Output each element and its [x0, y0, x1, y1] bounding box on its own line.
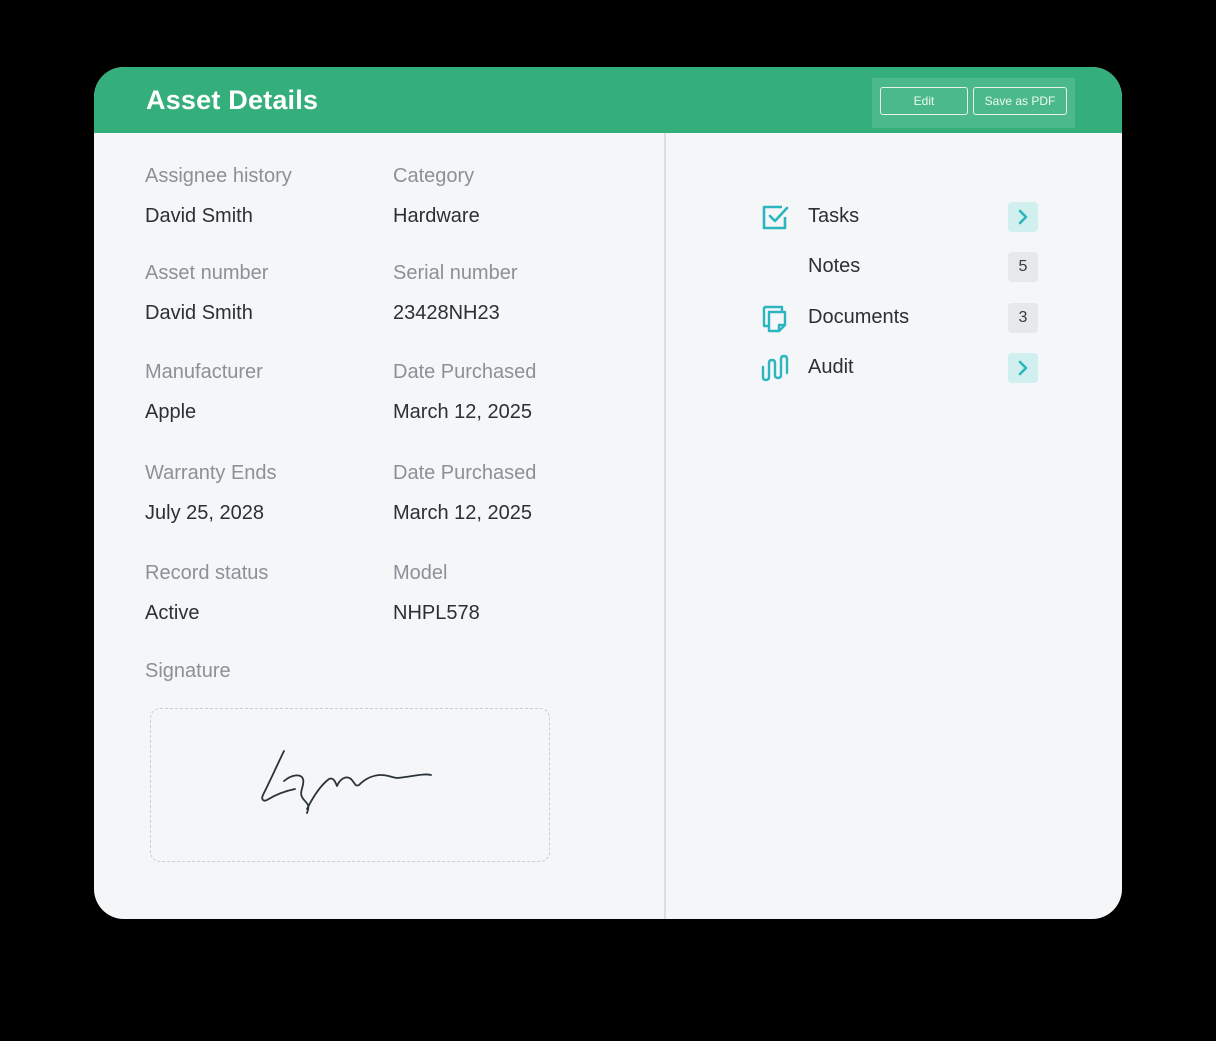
card-header: Asset Details Edit Save as PDF: [94, 67, 1122, 133]
signature-box[interactable]: [150, 708, 550, 862]
assignee-history-value: David Smith: [145, 205, 253, 227]
save-as-pdf-button[interactable]: Save as PDF: [973, 87, 1067, 115]
notes-count-badge: 5: [1008, 252, 1038, 282]
sidebar-item-label: Notes: [808, 255, 861, 277]
date-purchased-label-2: Date Purchased: [393, 462, 537, 484]
warranty-ends-label: Warranty Ends: [145, 462, 277, 484]
assignee-history-label: Assignee history: [145, 165, 292, 187]
sidebar-item-documents[interactable]: Documents 3: [756, 300, 1038, 336]
page-title: Asset Details: [146, 85, 319, 115]
serial-number-label: Serial number: [393, 262, 518, 284]
signature-scribble-icon: [261, 750, 432, 814]
serial-number-value: 23428NH23: [393, 302, 500, 324]
tasks-open-button[interactable]: [1008, 202, 1038, 232]
column-divider: [664, 133, 666, 919]
chevron-right-icon: [1018, 209, 1028, 225]
category-value: Hardware: [393, 205, 480, 227]
documents-icon: [760, 303, 790, 333]
manufacturer-label: Manufacturer: [145, 361, 263, 383]
edit-button[interactable]: Edit: [880, 87, 968, 115]
manufacturer-value: Apple: [145, 401, 197, 423]
record-status-value: Active: [145, 602, 200, 624]
record-status-label: Record status: [145, 562, 269, 584]
sidebar-item-notes[interactable]: Notes 5: [756, 249, 1038, 285]
asset-details-card: Asset Details Edit Save as PDF Assignee …: [94, 67, 1122, 919]
asset-number-label: Asset number: [145, 262, 269, 284]
sidebar-item-tasks[interactable]: Tasks: [756, 199, 1038, 235]
model-label: Model: [393, 562, 448, 584]
header-actions: Edit Save as PDF: [872, 78, 1075, 128]
chevron-right-icon: [1018, 360, 1028, 376]
date-purchased-value-2: March 12, 2025: [393, 502, 532, 524]
sidebar-item-label: Tasks: [808, 205, 860, 227]
date-purchased-value: March 12, 2025: [393, 401, 532, 423]
asset-number-value: David Smith: [145, 302, 253, 324]
checkbox-icon: [760, 202, 790, 232]
model-value: NHPL578: [393, 602, 480, 624]
sidebar-item-label: Documents: [808, 306, 910, 328]
category-label: Category: [393, 165, 475, 187]
audit-wave-icon: [760, 353, 790, 383]
date-purchased-label: Date Purchased: [393, 361, 537, 383]
sidebar-item-audit[interactable]: Audit: [756, 350, 1038, 386]
warranty-ends-value: July 25, 2028: [145, 502, 264, 524]
signature-label: Signature: [145, 660, 231, 682]
documents-count-badge: 3: [1008, 303, 1038, 333]
sidebar-item-label: Audit: [808, 356, 854, 378]
audit-open-button[interactable]: [1008, 353, 1038, 383]
